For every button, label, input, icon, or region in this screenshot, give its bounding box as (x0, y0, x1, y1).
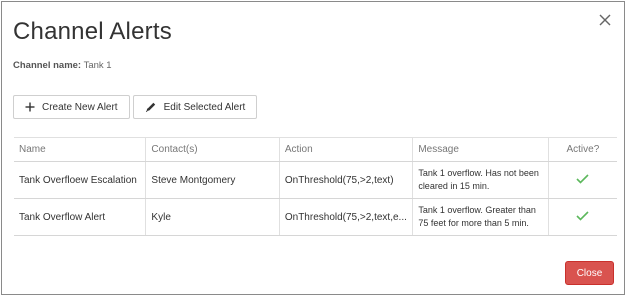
edit-selected-alert-button[interactable]: Edit Selected Alert (132, 95, 258, 119)
create-new-alert-label: Create New Alert (42, 101, 118, 113)
cell-active (547, 198, 617, 236)
alerts-table: Name Contact(s) Action Message Active? T… (14, 137, 617, 236)
check-icon (576, 210, 589, 221)
plus-icon (25, 102, 35, 112)
create-new-alert-button[interactable]: Create New Alert (13, 95, 130, 119)
cell-message: Tank 1 overflow. Greater than 75 feet fo… (412, 198, 549, 236)
table-row[interactable]: Tank Overfloew Escalation Steve Montgome… (14, 161, 617, 199)
cell-contacts: Steve Montgomery (145, 161, 280, 199)
cell-active (547, 161, 617, 199)
column-header-message[interactable]: Message (412, 137, 549, 162)
column-header-name[interactable]: Name (14, 137, 146, 162)
table-header-row: Name Contact(s) Action Message Active? (14, 137, 617, 162)
column-header-active[interactable]: Active? (547, 137, 617, 162)
cell-message: Tank 1 overflow. Has not been cleared in… (412, 161, 549, 199)
column-header-contacts[interactable]: Contact(s) (145, 137, 280, 162)
channel-name-line: Channel name: Tank 1 (13, 60, 112, 71)
edit-selected-alert-label: Edit Selected Alert (163, 101, 246, 113)
close-icon[interactable] (596, 11, 614, 29)
channel-alerts-dialog: Channel Alerts Channel name: Tank 1 Crea… (1, 1, 625, 295)
cell-name: Tank Overfloew Escalation (14, 161, 146, 199)
close-button[interactable]: Close (565, 261, 614, 285)
column-header-action[interactable]: Action (278, 137, 413, 162)
toolbar: Create New Alert Edit Selected Alert (13, 95, 258, 119)
dialog-title: Channel Alerts (13, 18, 172, 45)
channel-name-label: Channel name: (13, 60, 82, 71)
channel-name-value: Tank 1 (83, 60, 112, 71)
check-icon (576, 173, 589, 184)
cell-action: OnThreshold(75,>2,text) (278, 161, 413, 199)
table-row[interactable]: Tank Overflow Alert Kyle OnThreshold(75,… (14, 198, 617, 236)
cell-action: OnThreshold(75,>2,text,e... (278, 198, 413, 236)
pencil-icon (145, 102, 155, 113)
cell-name: Tank Overflow Alert (14, 198, 146, 236)
cell-contacts: Kyle (145, 198, 280, 236)
